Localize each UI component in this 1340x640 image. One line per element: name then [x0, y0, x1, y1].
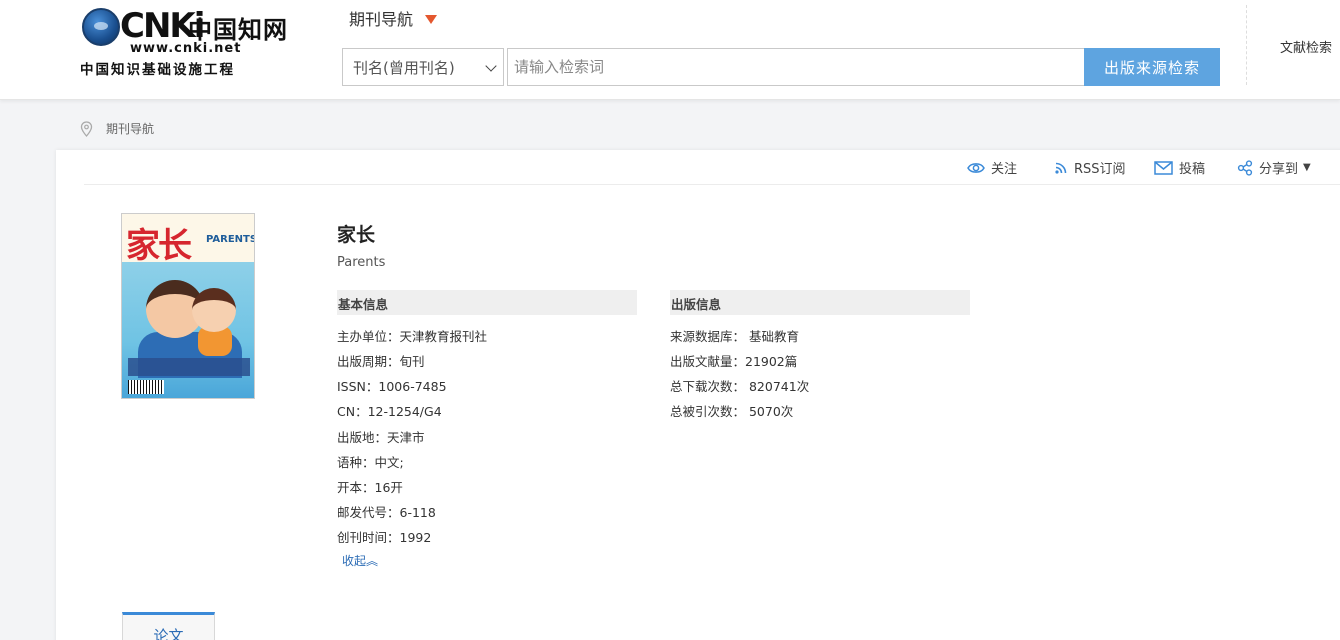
tab-papers[interactable]: 论文: [122, 612, 215, 640]
literature-search-link[interactable]: 文献检索: [1280, 37, 1332, 56]
submit-button[interactable]: 投稿: [1154, 158, 1205, 177]
logo-url: www.cnki.net: [130, 41, 242, 56]
chevron-down-icon: [485, 60, 497, 72]
breadcrumb: 期刊导航: [80, 120, 154, 137]
info-frequency: 出版周期：旬刊: [337, 354, 425, 369]
search-input[interactable]: [507, 48, 1085, 86]
cover-en-title: PARENTS: [206, 234, 255, 245]
search-field-value: 刊名(曾用刊名): [353, 58, 455, 77]
info-language: 语种：中文;: [337, 455, 404, 470]
header: CNKi 中国知网 www.cnki.net 中国知识基础设施工程 期刊导航 刊…: [0, 0, 1340, 100]
collapse-link[interactable]: 收起︽: [342, 552, 378, 569]
journal-title: 家长: [337, 224, 376, 246]
barcode: [128, 380, 164, 394]
follow-button[interactable]: 关注: [967, 158, 1017, 177]
breadcrumb-item[interactable]: 期刊导航: [106, 120, 154, 137]
rss-icon: [1055, 162, 1067, 174]
cnki-logo[interactable]: CNKi 中国知网 www.cnki.net 中国知识基础设施工程: [80, 4, 290, 80]
location-pin-icon: [80, 120, 93, 137]
header-divider: [1246, 5, 1247, 85]
share-label: 分享到: [1259, 162, 1299, 177]
logo-brand-cn: 中国知网: [188, 15, 288, 44]
info-founded: 创刊时间：1992: [337, 530, 432, 545]
info-format: 开本：16开: [337, 480, 403, 495]
journal-nav-label: 期刊导航: [349, 10, 414, 29]
info-sponsor: 主办单位：天津教育报刊社: [337, 329, 488, 344]
basic-info-heading: 基本信息: [337, 290, 637, 315]
caret-down-icon: ▼: [1303, 162, 1311, 173]
publish-info-heading: 出版信息: [670, 290, 970, 315]
follow-label: 关注: [991, 162, 1018, 177]
info-citations: 总被引次数： 5070次: [670, 404, 794, 419]
info-article-count: 出版文献量：21902篇: [670, 354, 798, 369]
submit-label: 投稿: [1179, 162, 1206, 177]
logo-slogan: 中国知识基础设施工程: [80, 62, 235, 78]
toolbar: 关注 RSS订阅 投稿 分享到 ▼: [84, 150, 1340, 185]
info-cn: CN：12-1254/G4: [337, 404, 442, 419]
eye-icon: [967, 162, 985, 173]
journal-card: 关注 RSS订阅 投稿 分享到 ▼ 家长 PARENTS 家长 Parents …: [56, 150, 1340, 640]
rss-label: RSS订阅: [1074, 162, 1126, 177]
search-field-select[interactable]: 刊名(曾用刊名): [342, 48, 504, 86]
share-button[interactable]: 分享到 ▼: [1237, 158, 1311, 177]
globe-icon: [82, 8, 120, 46]
info-downloads: 总下载次数： 820741次: [670, 379, 810, 394]
journal-nav-menu[interactable]: 期刊导航: [349, 6, 438, 30]
envelope-icon: [1154, 160, 1173, 175]
journal-english-title: Parents: [337, 255, 386, 270]
journal-cover-image: 家长 PARENTS: [121, 213, 255, 399]
source-search-button[interactable]: 出版来源检索: [1084, 48, 1220, 86]
triangle-down-icon: [425, 15, 438, 24]
info-source-db: 来源数据库： 基础教育: [670, 329, 799, 344]
share-icon: [1237, 159, 1253, 176]
info-postal-code: 邮发代号：6-118: [337, 505, 436, 520]
cover-title: 家长: [126, 226, 192, 266]
info-issn: ISSN：1006-7485: [337, 379, 447, 394]
rss-button[interactable]: RSS订阅: [1054, 158, 1126, 177]
info-place: 出版地：天津市: [337, 430, 425, 445]
